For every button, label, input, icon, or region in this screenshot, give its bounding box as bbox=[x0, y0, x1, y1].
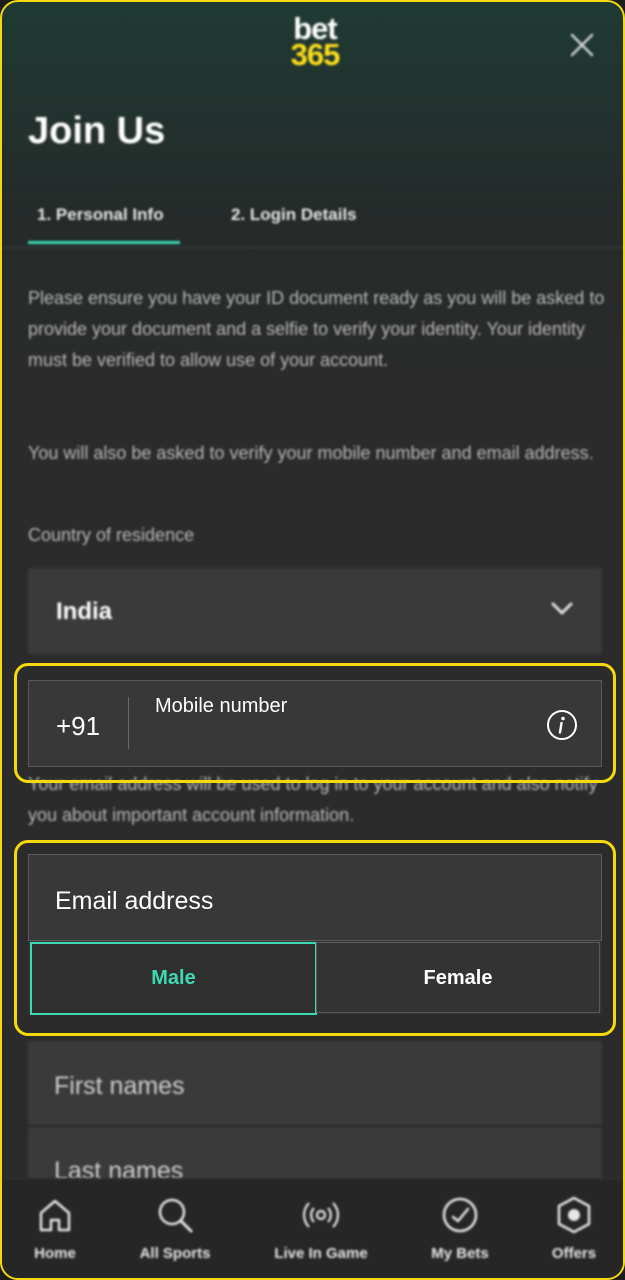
search-icon bbox=[158, 1198, 193, 1233]
tab-personal-info[interactable]: 1. Personal Info bbox=[37, 205, 164, 225]
country-select[interactable]: India bbox=[28, 568, 602, 654]
nav-offers[interactable]: Offers bbox=[519, 1179, 623, 1278]
nav-label-my-bets: My Bets bbox=[431, 1245, 489, 1262]
first-names-field[interactable]: First names bbox=[28, 1041, 602, 1125]
nav-home[interactable]: Home bbox=[2, 1179, 110, 1278]
highlight-email-gender bbox=[14, 840, 616, 1036]
home-icon bbox=[39, 1199, 71, 1232]
country-value: India bbox=[56, 598, 113, 625]
logo-text-365: 365 bbox=[290, 37, 341, 72]
country-label: Country of residence bbox=[28, 525, 195, 545]
broadcast-icon bbox=[302, 1202, 340, 1228]
check-circle-icon bbox=[442, 1197, 478, 1233]
nav-label-offers: Offers bbox=[551, 1245, 597, 1262]
highlight-mobile bbox=[14, 663, 616, 783]
nav-all-sports[interactable]: All Sports bbox=[120, 1179, 230, 1278]
active-tab-indicator bbox=[28, 241, 180, 244]
app-frame: bet 365 Join Us 1. Personal Info 2. Logi… bbox=[0, 0, 625, 1280]
offers-badge-icon bbox=[557, 1196, 591, 1234]
id-document-notice: Please ensure you have your ID document … bbox=[28, 288, 605, 370]
nav-live-in-game[interactable]: Live In Game bbox=[266, 1179, 376, 1278]
close-icon[interactable] bbox=[567, 30, 597, 60]
verification-notice: You will also be asked to verify your mo… bbox=[28, 443, 594, 463]
nav-label-home: Home bbox=[34, 1245, 76, 1262]
tab-login-details[interactable]: 2. Login Details bbox=[231, 205, 357, 225]
nav-my-bets[interactable]: My Bets bbox=[405, 1179, 515, 1278]
chevron-down-icon bbox=[551, 602, 573, 615]
first-names-label: First names bbox=[54, 1072, 185, 1100]
nav-label-live-in-game: Live In Game bbox=[274, 1245, 368, 1262]
page-title: Join Us bbox=[28, 110, 166, 152]
bottom-navigation: Home All Sports Live In Game My Bets Off… bbox=[2, 1178, 623, 1278]
nav-label-all-sports: All Sports bbox=[139, 1245, 211, 1262]
bet365-logo: bet 365 bbox=[280, 13, 350, 72]
